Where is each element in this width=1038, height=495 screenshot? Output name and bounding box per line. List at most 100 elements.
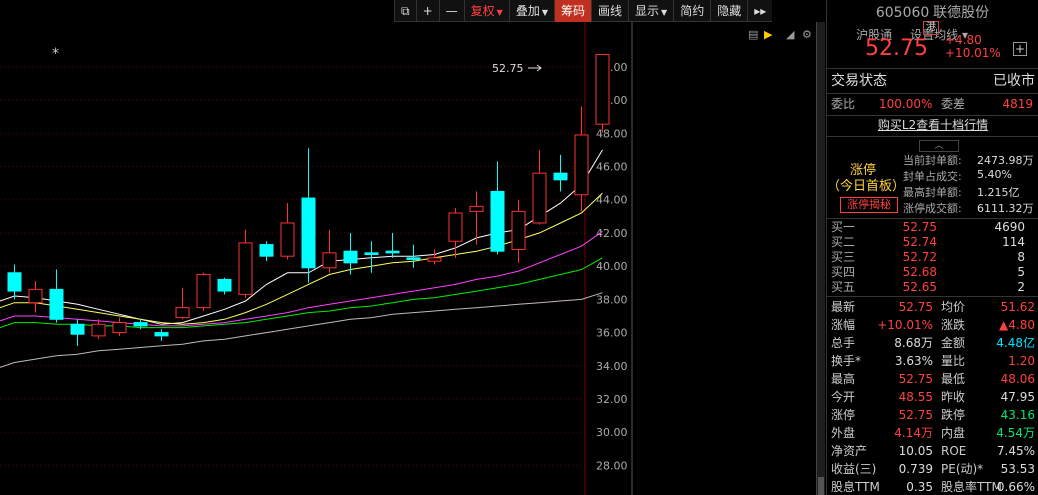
candle-body	[91, 323, 106, 337]
order-book-row[interactable]: 买一 52.75 4690	[831, 220, 1031, 235]
order-book-row[interactable]: 买四 52.68 5	[831, 265, 1031, 280]
stat-row: 涨停 52.75 跌停 43.16	[831, 408, 1035, 422]
divider	[827, 68, 1038, 69]
y-tick-label: 30.00	[596, 426, 628, 439]
buy-l2-link[interactable]: 购买L2查看十档行情	[827, 116, 1038, 133]
candle-body	[448, 212, 463, 242]
stat-row: 外盘 4.14万 内盘 4.54万	[831, 426, 1035, 440]
stat-row: 总手 8.68万 金额 4.48亿	[831, 336, 1035, 350]
hk-connect-tag: 港	[923, 21, 939, 35]
toolbar-item-10[interactable]: ▸▸	[747, 0, 772, 22]
weibi-row: 委比 100.00% 委差 4819	[831, 97, 1033, 111]
toolbar-item-3[interactable]: 复权 ▼	[463, 0, 509, 22]
ma-line-3	[0, 257, 603, 329]
order-book-row[interactable]: 买二 52.74 114	[831, 235, 1031, 250]
candle-body	[259, 244, 274, 257]
candle-body	[574, 134, 589, 196]
toolbar-item-9[interactable]: 隐藏	[710, 0, 747, 22]
stat-row: 今开 48.55 昨收 47.95	[831, 390, 1035, 404]
bars-icon[interactable]: ▤	[748, 28, 758, 41]
y-tick-label: 40.00	[596, 260, 628, 273]
y-tick-label: 34.00	[596, 360, 628, 373]
stock-code: 605060	[875, 5, 930, 21]
candle-body	[469, 205, 484, 212]
toolbar-item-1[interactable]: +	[415, 0, 439, 22]
chart-toolbar: ⧉ + — 复权 ▼ 叠加 ▼ 筹码 画线 显示 ▼ 简约 隐藏 ▸▸	[394, 0, 773, 22]
candle-body	[196, 273, 211, 309]
limit-up-info-row: 封单占成交: 5.40%	[903, 168, 1012, 183]
candle-body	[490, 190, 505, 252]
triangle-icon[interactable]: ◢	[786, 28, 794, 41]
collapse-chevron-icon[interactable]: ︿	[919, 140, 959, 152]
stat-row: 净资产 10.05 ROE 7.45%	[831, 444, 1035, 458]
scrollbar-grip[interactable]	[818, 477, 824, 495]
dropdown-arrow-icon: ▼	[541, 8, 548, 17]
candle-body	[385, 250, 400, 254]
panel-scrollbar[interactable]	[816, 22, 825, 495]
candle-body	[238, 242, 253, 295]
stock-header: 605060 联德股份	[827, 0, 1038, 22]
last-price-label: 52.75	[492, 62, 524, 75]
y-tick-label: 36.00	[596, 327, 628, 340]
kline-chart[interactable]: 52.00 50.00 48.00 46.00 44.00 42.00 40.00 38.00…	[0, 0, 636, 495]
candle-body	[7, 272, 22, 292]
toolbar-item-5[interactable]: 筹码	[553, 0, 591, 22]
price-change: +4.80 +10.01%	[945, 33, 1001, 60]
y-tick-label: 44.00	[596, 194, 628, 207]
limit-up-info-row: 当前封单额: 2473.98万	[903, 154, 1034, 167]
candle-body	[28, 288, 43, 304]
candle-body	[511, 210, 526, 251]
toolbar-item-6[interactable]: 画线	[591, 0, 628, 22]
stat-row: 股息TTM 0.35 股息率TTM 0.66%	[831, 480, 1035, 494]
quote-panel: 605060 联德股份 港 52.75 +4.80 +10.01% + 交易状态…	[826, 0, 1038, 495]
dropdown-arrow-icon: ▼	[496, 8, 503, 17]
limit-up-title: 涨停 （今日首板）	[827, 163, 906, 194]
limit-up-info-row: 最高封单额: 1.215亿	[903, 186, 1020, 199]
candle-body	[112, 322, 127, 334]
candle-body	[217, 278, 232, 292]
flag-icon[interactable]: ▶	[764, 28, 772, 41]
candle-body	[322, 252, 337, 269]
limit-up-reveal-button[interactable]: 涨停揭秘	[840, 197, 898, 213]
candle-body	[595, 53, 610, 125]
candle-body	[343, 250, 358, 264]
candle-body	[301, 197, 316, 269]
toolbar-item-0[interactable]: ⧉	[394, 0, 416, 22]
gear-icon[interactable]: ⚙	[802, 28, 812, 41]
divider	[827, 136, 1038, 137]
candle-body	[427, 257, 442, 262]
divider	[827, 218, 1038, 219]
limit-up-info-row: 涨停成交额: 6111.32万	[903, 202, 1034, 215]
candle-body	[49, 288, 64, 320]
y-tick-label: 46.00	[596, 161, 628, 174]
dropdown-arrow-icon: ▼	[661, 8, 668, 17]
order-book-row[interactable]: 买三 52.72 8	[831, 250, 1031, 265]
add-watchlist-button[interactable]: +	[1013, 42, 1027, 56]
toolbar-item-4[interactable]: 叠加 ▼	[508, 0, 554, 22]
candle-body	[133, 322, 148, 327]
candle-body	[364, 252, 379, 256]
candle-body	[175, 307, 190, 319]
toolbar-item-7[interactable]: 显示 ▼	[628, 0, 673, 22]
stock-name: 联德股份	[933, 5, 990, 21]
y-tick-label: 32.00	[596, 393, 628, 406]
candle-body	[532, 172, 547, 224]
star-marker: *	[52, 46, 59, 62]
stat-row: 收益(三) 0.739 PE(动)* 53.53	[831, 462, 1035, 476]
toolbar-item-2[interactable]: —	[438, 0, 464, 22]
stat-row: 换手* 3.63% 量比 1.20	[831, 354, 1035, 368]
y-tick-label: 42.00	[596, 227, 628, 240]
candle-body	[70, 323, 85, 335]
stat-row: 最高 52.75 最低 48.06	[831, 372, 1035, 386]
toolbar-item-8[interactable]: 简约	[673, 0, 710, 22]
candle-body	[280, 222, 295, 257]
order-book-row[interactable]: 买五 52.65 2	[831, 280, 1031, 295]
stat-row: 最新 52.75 均价 51.62	[831, 300, 1035, 314]
y-tick-label: 38.00	[596, 293, 628, 306]
chart-canvas[interactable]: 52.0050.0048.0046.0044.0042.0040.0038.00…	[0, 0, 636, 495]
ma-line-4	[0, 292, 603, 368]
trade-status-row: 交易状态 已收市	[831, 73, 1035, 89]
divider	[827, 296, 1038, 297]
last-price: 52.75	[865, 36, 928, 61]
stat-row: 涨幅 +10.01% 涨跌 ▲4.80	[831, 318, 1035, 332]
